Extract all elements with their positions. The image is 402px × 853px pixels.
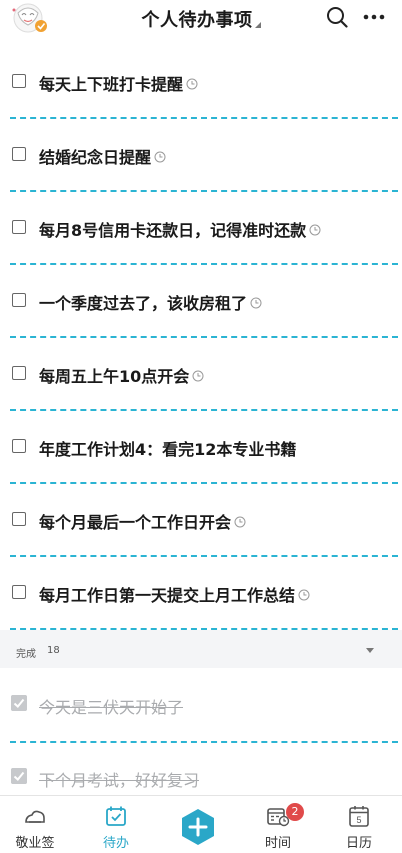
tab-jingyeqian[interactable]: 敬业签 [0,796,70,853]
clock-icon [192,370,204,382]
todo-text[interactable]: 每个月最后一个工作日开会 [39,509,246,533]
todo-checkbox[interactable] [12,585,26,599]
todo-item[interactable]: 每月8号信用卡还款日，记得准时还款 [0,192,402,265]
tab-label: 时间 [264,836,291,851]
todo-text[interactable]: 每月8号信用卡还款日，记得准时还款 [39,217,321,241]
todo-item[interactable]: 每周五上午10点开会 [0,338,402,411]
todo-checkbox[interactable] [12,147,26,161]
checked-checkbox-icon[interactable] [11,768,27,784]
todo-list: 每天上下班打卡提醒 结婚纪念日提醒 每月8号信用卡还款日，记得准时还款 一个季度… [0,46,402,630]
todo-text[interactable]: 一个季度过去了，该收房租了 [39,290,262,314]
todo-label[interactable]: 一个季度过去了，该收房租了 [39,294,247,313]
completed-label: 完成 [16,649,36,660]
todo-text[interactable]: 每月工作日第一天提交上月工作总结 [39,582,310,606]
tab-label: 待办 [102,836,129,851]
clock-icon [309,224,321,236]
todo-label[interactable]: 每周五上午10点开会 [39,367,189,386]
calendar-day-icon: 5 [349,806,369,827]
todo-item[interactable]: 每月工作日第一天提交上月工作总结 [0,557,402,630]
more-icon[interactable] [362,6,386,28]
todo-checkbox[interactable] [12,74,26,88]
checked-checkbox-icon[interactable] [11,695,27,711]
calendar-check-icon [106,806,126,826]
calendar-day-number: 5 [356,815,361,825]
completed-text[interactable]: 今天是三伏天开始了 [39,694,183,718]
todo-label[interactable]: 结婚纪念日提醒 [39,148,151,167]
plus-hexagon-icon[interactable] [179,808,217,846]
todo-label[interactable]: 年度工作计划4：看完12本专业书籍 [39,440,296,459]
todo-label[interactable]: 每月工作日第一天提交上月工作总结 [39,586,295,605]
todo-text[interactable]: 结婚纪念日提醒 [39,144,166,168]
todo-text[interactable]: 每周五上午10点开会 [39,363,204,387]
todo-item[interactable]: 结婚纪念日提醒 [0,119,402,192]
clock-icon [154,151,166,163]
notification-badge: 2 [286,803,304,821]
todo-label[interactable]: 每天上下班打卡提醒 [39,75,183,94]
clock-icon [234,516,246,528]
clock-icon [186,78,198,90]
tab-label: 日历 [345,836,372,851]
header: 个人待办事项 [0,0,402,38]
todo-item[interactable]: 每个月最后一个工作日开会 [0,484,402,557]
tab-calendar[interactable]: 5 日历 [324,796,394,853]
tab-time[interactable]: 时间 [243,796,313,853]
todo-label[interactable]: 每个月最后一个工作日开会 [39,513,231,532]
todo-text[interactable]: 年度工作计划4：看完12本专业书籍 [39,436,296,460]
search-icon[interactable] [326,6,348,28]
cloud-note-icon [25,810,45,823]
todo-checkbox[interactable] [12,366,26,380]
clock-icon [250,297,262,309]
chevron-down-icon[interactable] [366,648,374,653]
todo-checkbox[interactable] [12,293,26,307]
todo-item[interactable]: 每天上下班打卡提醒 [0,46,402,119]
todo-text[interactable]: 每天上下班打卡提醒 [39,71,198,95]
todo-checkbox[interactable] [12,512,26,526]
tab-todo[interactable]: 待办 [81,796,151,853]
completed-section-header[interactable]: 完成 18 [0,630,402,668]
completed-count: 18 [47,645,60,656]
todo-checkbox[interactable] [12,439,26,453]
tab-label: 敬业签 [15,836,55,851]
todo-label[interactable]: 每月8号信用卡还款日，记得准时还款 [39,221,306,240]
todo-item[interactable]: 年度工作计划4：看完12本专业书籍 [0,411,402,484]
clock-icon [298,589,310,601]
todo-item[interactable]: 一个季度过去了，该收房租了 [0,265,402,338]
completed-item[interactable]: 今天是三伏天开始了 [0,670,402,743]
completed-text[interactable]: 下个月考试，好好复习 [39,767,199,791]
title-dropdown-icon[interactable] [254,22,261,28]
page-title[interactable]: 个人待办事项 [142,10,253,31]
todo-checkbox[interactable] [12,220,26,234]
